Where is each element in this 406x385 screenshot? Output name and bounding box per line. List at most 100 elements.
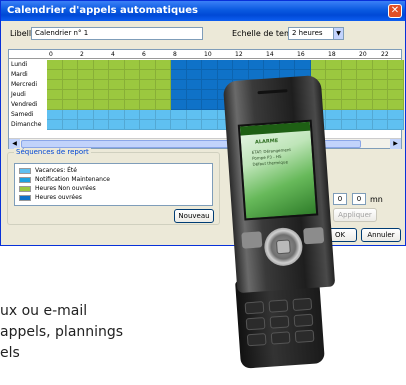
schedule-cell[interactable] [140, 120, 156, 130]
schedule-cell[interactable] [140, 90, 156, 100]
schedule-cell[interactable] [295, 60, 311, 70]
schedule-cell[interactable] [140, 70, 156, 80]
schedule-cell[interactable] [372, 90, 388, 100]
schedule-cell[interactable] [109, 100, 125, 110]
schedule-cell[interactable] [341, 60, 357, 70]
schedule-cell[interactable] [357, 120, 373, 130]
schedule-cell[interactable] [124, 100, 140, 110]
schedule-cell[interactable] [372, 70, 388, 80]
schedule-cell[interactable] [93, 90, 109, 100]
schedule-cell[interactable] [124, 70, 140, 80]
schedule-cell[interactable] [155, 60, 171, 70]
schedule-cell[interactable] [62, 60, 78, 70]
schedule-cell[interactable] [93, 60, 109, 70]
schedule-cell[interactable] [186, 80, 202, 90]
schedule-cell[interactable] [47, 100, 63, 110]
schedule-cell[interactable] [217, 60, 233, 70]
list-item[interactable]: Heures ouvrées [19, 193, 82, 202]
schedule-cell[interactable] [124, 120, 140, 130]
schedule-cell[interactable] [372, 60, 388, 70]
schedule-cell[interactable] [47, 90, 63, 100]
schedule-cell[interactable] [388, 70, 404, 80]
schedule-cell[interactable] [341, 120, 357, 130]
echelle-select[interactable]: 2 heures ▼ [288, 27, 344, 40]
schedule-cell[interactable] [62, 90, 78, 100]
schedule-cell[interactable] [202, 110, 218, 120]
schedule-cell[interactable] [202, 70, 218, 80]
schedule-cell[interactable] [155, 100, 171, 110]
schedule-cell[interactable] [78, 120, 94, 130]
schedule-cell[interactable] [202, 90, 218, 100]
schedule-cell[interactable] [357, 100, 373, 110]
appliquer-button[interactable]: Appliquer [333, 208, 377, 222]
schedule-cell[interactable] [186, 90, 202, 100]
horizontal-scrollbar[interactable]: ◀ ▶ [9, 138, 401, 149]
schedule-cell[interactable] [341, 70, 357, 80]
schedule-cell[interactable] [93, 110, 109, 120]
schedule-cell[interactable] [47, 60, 63, 70]
schedule-cell[interactable] [78, 100, 94, 110]
schedule-cell[interactable] [171, 80, 187, 90]
annuler-button[interactable]: Annuler [361, 228, 401, 242]
schedule-cell[interactable] [93, 120, 109, 130]
schedule-cell[interactable] [357, 70, 373, 80]
schedule-cell[interactable] [341, 100, 357, 110]
schedule-cell[interactable] [78, 90, 94, 100]
schedule-cell[interactable] [140, 80, 156, 90]
schedule-cell[interactable] [388, 60, 404, 70]
to-stepper[interactable]: 0 [352, 193, 366, 205]
schedule-cell[interactable] [326, 80, 342, 90]
schedule-cell[interactable] [341, 90, 357, 100]
schedule-cell[interactable] [47, 80, 63, 90]
schedule-cell[interactable] [388, 90, 404, 100]
schedule-cell[interactable] [78, 60, 94, 70]
schedule-cell[interactable] [186, 120, 202, 130]
schedule-cell[interactable] [388, 120, 404, 130]
schedule-cell[interactable] [62, 110, 78, 120]
schedule-cell[interactable] [326, 100, 342, 110]
schedule-cell[interactable] [341, 110, 357, 120]
schedule-cell[interactable] [326, 70, 342, 80]
schedule-cell[interactable] [93, 80, 109, 90]
schedule-cell[interactable] [186, 60, 202, 70]
schedule-cell[interactable] [93, 70, 109, 80]
schedule-cell[interactable] [171, 70, 187, 80]
schedule-cell[interactable] [124, 80, 140, 90]
schedule-cell[interactable] [140, 60, 156, 70]
schedule-cell[interactable] [202, 100, 218, 110]
libelle-input[interactable]: Calendrier n° 1 [31, 27, 203, 40]
schedule-cell[interactable] [326, 110, 342, 120]
schedule-cell[interactable] [93, 100, 109, 110]
schedule-cell[interactable] [155, 110, 171, 120]
schedule-cell[interactable] [171, 110, 187, 120]
schedule-cell[interactable] [109, 120, 125, 130]
schedule-cell[interactable] [47, 110, 63, 120]
chevron-down-icon[interactable]: ▼ [333, 28, 343, 39]
schedule-cell[interactable] [388, 100, 404, 110]
schedule-cell[interactable] [62, 120, 78, 130]
schedule-cell[interactable] [171, 90, 187, 100]
schedule-cell[interactable] [186, 110, 202, 120]
schedule-cell[interactable] [326, 60, 342, 70]
sequences-list[interactable]: Vacances: Été Notification Maintenance H… [14, 163, 213, 206]
schedule-cell[interactable] [341, 80, 357, 90]
nouveau-button[interactable]: Nouveau [174, 209, 214, 223]
schedule-cell[interactable] [372, 100, 388, 110]
schedule-cell[interactable] [109, 80, 125, 90]
schedule-cell[interactable] [78, 70, 94, 80]
schedule-cell[interactable] [279, 60, 295, 70]
schedule-cell[interactable] [357, 80, 373, 90]
schedule-cell[interactable] [357, 90, 373, 100]
schedule-cell[interactable] [202, 80, 218, 90]
from-stepper[interactable]: 0 [333, 193, 347, 205]
schedule-cell[interactable] [155, 120, 171, 130]
schedule-cell[interactable] [372, 120, 388, 130]
schedule-cell[interactable] [171, 120, 187, 130]
schedule-cell[interactable] [171, 100, 187, 110]
schedule-cell[interactable] [372, 80, 388, 90]
schedule-cell[interactable] [124, 60, 140, 70]
schedule-cell[interactable] [372, 110, 388, 120]
list-item[interactable]: Heures Non ouvrées [19, 184, 96, 193]
schedule-cell[interactable] [326, 120, 342, 130]
schedule-cell[interactable] [109, 110, 125, 120]
